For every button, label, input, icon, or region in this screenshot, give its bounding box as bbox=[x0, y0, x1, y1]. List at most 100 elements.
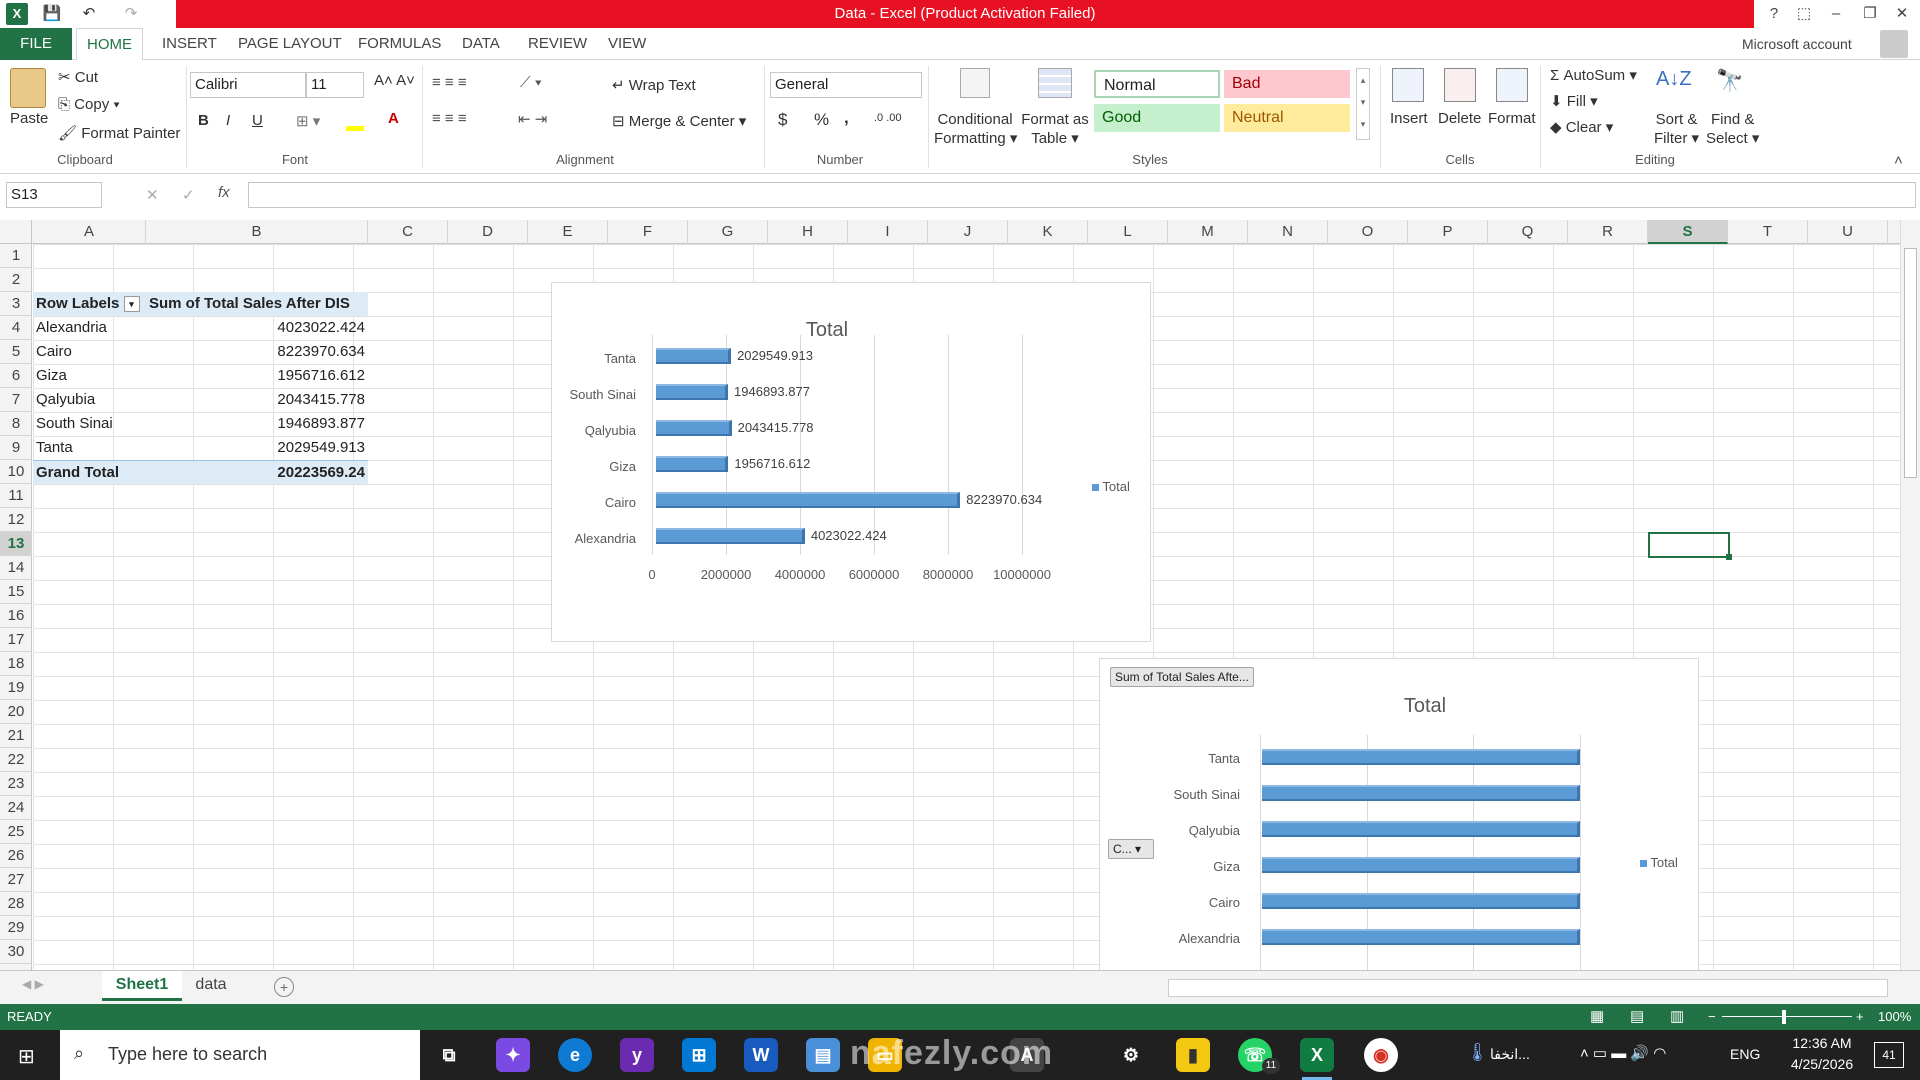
excel-taskbar-icon[interactable]: X bbox=[1300, 1038, 1334, 1072]
pivot-row-value[interactable]: 1946893.877 bbox=[146, 412, 368, 436]
notes-icon[interactable]: ▤ bbox=[806, 1038, 840, 1072]
tab-view[interactable]: VIEW bbox=[598, 28, 656, 60]
column-header[interactable]: F bbox=[608, 220, 688, 244]
chrome-icon[interactable]: ◉ bbox=[1364, 1038, 1398, 1072]
italic-button[interactable]: I bbox=[226, 112, 230, 129]
style-bad[interactable]: Bad bbox=[1224, 70, 1350, 98]
autosum-button[interactable]: Σ AutoSum ▾ bbox=[1550, 66, 1637, 84]
scroll-thumb[interactable] bbox=[1904, 248, 1917, 478]
column-header[interactable]: H bbox=[768, 220, 848, 244]
pivot-row-value[interactable]: 2029549.913 bbox=[146, 436, 368, 460]
collapse-ribbon-icon[interactable]: ˄ bbox=[1894, 152, 1903, 169]
format-as-table-button[interactable]: Format as Table ▾ bbox=[1018, 110, 1092, 148]
sort-filter-icon[interactable]: A↓Z bbox=[1656, 68, 1692, 91]
row-header[interactable]: 7 bbox=[0, 388, 32, 412]
row-header[interactable]: 17 bbox=[0, 628, 32, 652]
grow-font-icon[interactable]: A˄ A˅ bbox=[374, 72, 415, 89]
font-size-select[interactable]: 11 bbox=[306, 72, 364, 98]
windows-start-icon[interactable]: ⊞ bbox=[18, 1044, 35, 1069]
column-header[interactable]: R bbox=[1568, 220, 1648, 244]
paste-button[interactable]: Paste bbox=[10, 110, 48, 127]
currency-button[interactable]: $ bbox=[778, 110, 787, 130]
format-table-icon[interactable] bbox=[1038, 68, 1072, 98]
sheet-tab-data[interactable]: data bbox=[186, 971, 236, 1001]
column-header[interactable]: T bbox=[1728, 220, 1808, 244]
tab-home[interactable]: HOME bbox=[76, 28, 143, 61]
edge-icon[interactable]: e bbox=[558, 1038, 592, 1072]
row-header[interactable]: 13 bbox=[0, 532, 32, 556]
undo-icon[interactable]: ↶ bbox=[74, 3, 104, 25]
bar-chart-1[interactable]: Total 0 2000000 4000000 6000000 8000000 10000… bbox=[551, 282, 1151, 642]
pivot-row-label[interactable]: Cairo bbox=[33, 340, 146, 364]
row-header[interactable]: 4 bbox=[0, 316, 32, 340]
format-painter-button[interactable]: 🖌 Format Painter bbox=[58, 124, 180, 142]
row-header[interactable]: 6 bbox=[0, 364, 32, 388]
decimal-icon[interactable]: .0 .00 bbox=[874, 112, 902, 124]
pivot-header-label[interactable]: Row Labels ▾ bbox=[33, 292, 146, 316]
orientation-icon[interactable]: ⟋ ▾ bbox=[520, 74, 542, 91]
view-normal-icon[interactable]: ▦ bbox=[1590, 1004, 1604, 1030]
align-left-icon[interactable]: ≡ ≡ ≡ bbox=[432, 110, 467, 127]
store-icon[interactable]: ⊞ bbox=[682, 1038, 716, 1072]
column-header[interactable]: K bbox=[1008, 220, 1088, 244]
vertical-scrollbar[interactable] bbox=[1900, 220, 1920, 970]
row-header[interactable]: 16 bbox=[0, 604, 32, 628]
tab-file[interactable]: FILE bbox=[0, 28, 72, 60]
pivot-row-label[interactable]: Alexandria bbox=[33, 316, 146, 340]
save-icon[interactable]: 💾 bbox=[40, 3, 64, 25]
row-header[interactable]: 11 bbox=[0, 484, 32, 508]
row-header[interactable]: 24 bbox=[0, 796, 32, 820]
style-good[interactable]: Good bbox=[1094, 104, 1220, 132]
format-cells-icon[interactable] bbox=[1496, 68, 1528, 102]
zoom-thumb[interactable] bbox=[1782, 1010, 1786, 1024]
horizontal-scrollbar[interactable] bbox=[1168, 979, 1888, 997]
name-box[interactable]: S13 bbox=[6, 182, 102, 208]
bar-chart-2[interactable]: Sum of Total Sales Afte... Total C... ▾ … bbox=[1099, 658, 1699, 970]
row-header[interactable]: 3 bbox=[0, 292, 32, 316]
view-page-layout-icon[interactable]: ▤ bbox=[1630, 1004, 1644, 1030]
yahoo-icon[interactable]: y bbox=[620, 1038, 654, 1072]
row-header[interactable]: 1 bbox=[0, 244, 32, 268]
paste-icon[interactable] bbox=[10, 68, 46, 108]
selected-cell[interactable] bbox=[1648, 532, 1730, 558]
settings-icon[interactable]: ⚙ bbox=[1114, 1038, 1148, 1072]
formula-input[interactable] bbox=[248, 182, 1916, 208]
column-header[interactable]: M bbox=[1168, 220, 1248, 244]
conditional-formatting-icon[interactable] bbox=[960, 68, 990, 98]
pivot-row-value[interactable]: 2043415.778 bbox=[146, 388, 368, 412]
column-header[interactable]: P bbox=[1408, 220, 1488, 244]
grand-total-label[interactable]: Grand Total bbox=[33, 460, 146, 484]
row-header[interactable]: 10 bbox=[0, 460, 32, 484]
row-header[interactable]: 15 bbox=[0, 580, 32, 604]
row-header[interactable]: 26 bbox=[0, 844, 32, 868]
insert-function-button[interactable]: fx bbox=[218, 184, 230, 201]
number-format-select[interactable]: General bbox=[770, 72, 922, 98]
clock-time[interactable]: 12:36 AM bbox=[1782, 1035, 1862, 1051]
notification-center[interactable]: 41 bbox=[1874, 1042, 1904, 1068]
merge-center-button[interactable]: ⊟ Merge & Center ▾ bbox=[612, 112, 746, 130]
insert-cells-icon[interactable] bbox=[1392, 68, 1424, 102]
style-normal[interactable]: Normal bbox=[1094, 70, 1220, 98]
row-header[interactable]: 8 bbox=[0, 412, 32, 436]
tab-review[interactable]: REVIEW bbox=[518, 28, 597, 60]
row-header[interactable]: 23 bbox=[0, 772, 32, 796]
grand-total-value[interactable]: 20223569.24 bbox=[146, 460, 368, 484]
row-header[interactable]: 30 bbox=[0, 940, 32, 964]
pivot-row-label[interactable]: Tanta bbox=[33, 436, 146, 460]
row-header[interactable]: 14 bbox=[0, 556, 32, 580]
powerbi-icon[interactable]: ▮ bbox=[1176, 1038, 1210, 1072]
find-select-button[interactable]: Find & Select ▾ bbox=[1706, 110, 1759, 148]
font-color-icon[interactable]: A bbox=[388, 110, 399, 127]
insert-button[interactable]: Insert bbox=[1390, 110, 1428, 127]
row-header[interactable]: 2 bbox=[0, 268, 32, 292]
close-button[interactable]: ✕ bbox=[1884, 2, 1920, 26]
cancel-icon[interactable]: ✕ bbox=[146, 186, 159, 204]
taskbar-news[interactable]: انخفا... bbox=[1490, 1046, 1530, 1063]
fill-handle[interactable] bbox=[1726, 554, 1732, 560]
column-header[interactable]: E bbox=[528, 220, 608, 244]
styles-scroll[interactable]: ▴ ▾ ▾ bbox=[1356, 68, 1370, 140]
bold-button[interactable]: B bbox=[198, 112, 209, 129]
clock-date[interactable]: 4/25/2026 bbox=[1782, 1056, 1862, 1072]
zoom-in-icon[interactable]: + bbox=[1856, 1004, 1864, 1030]
column-header[interactable]: D bbox=[448, 220, 528, 244]
